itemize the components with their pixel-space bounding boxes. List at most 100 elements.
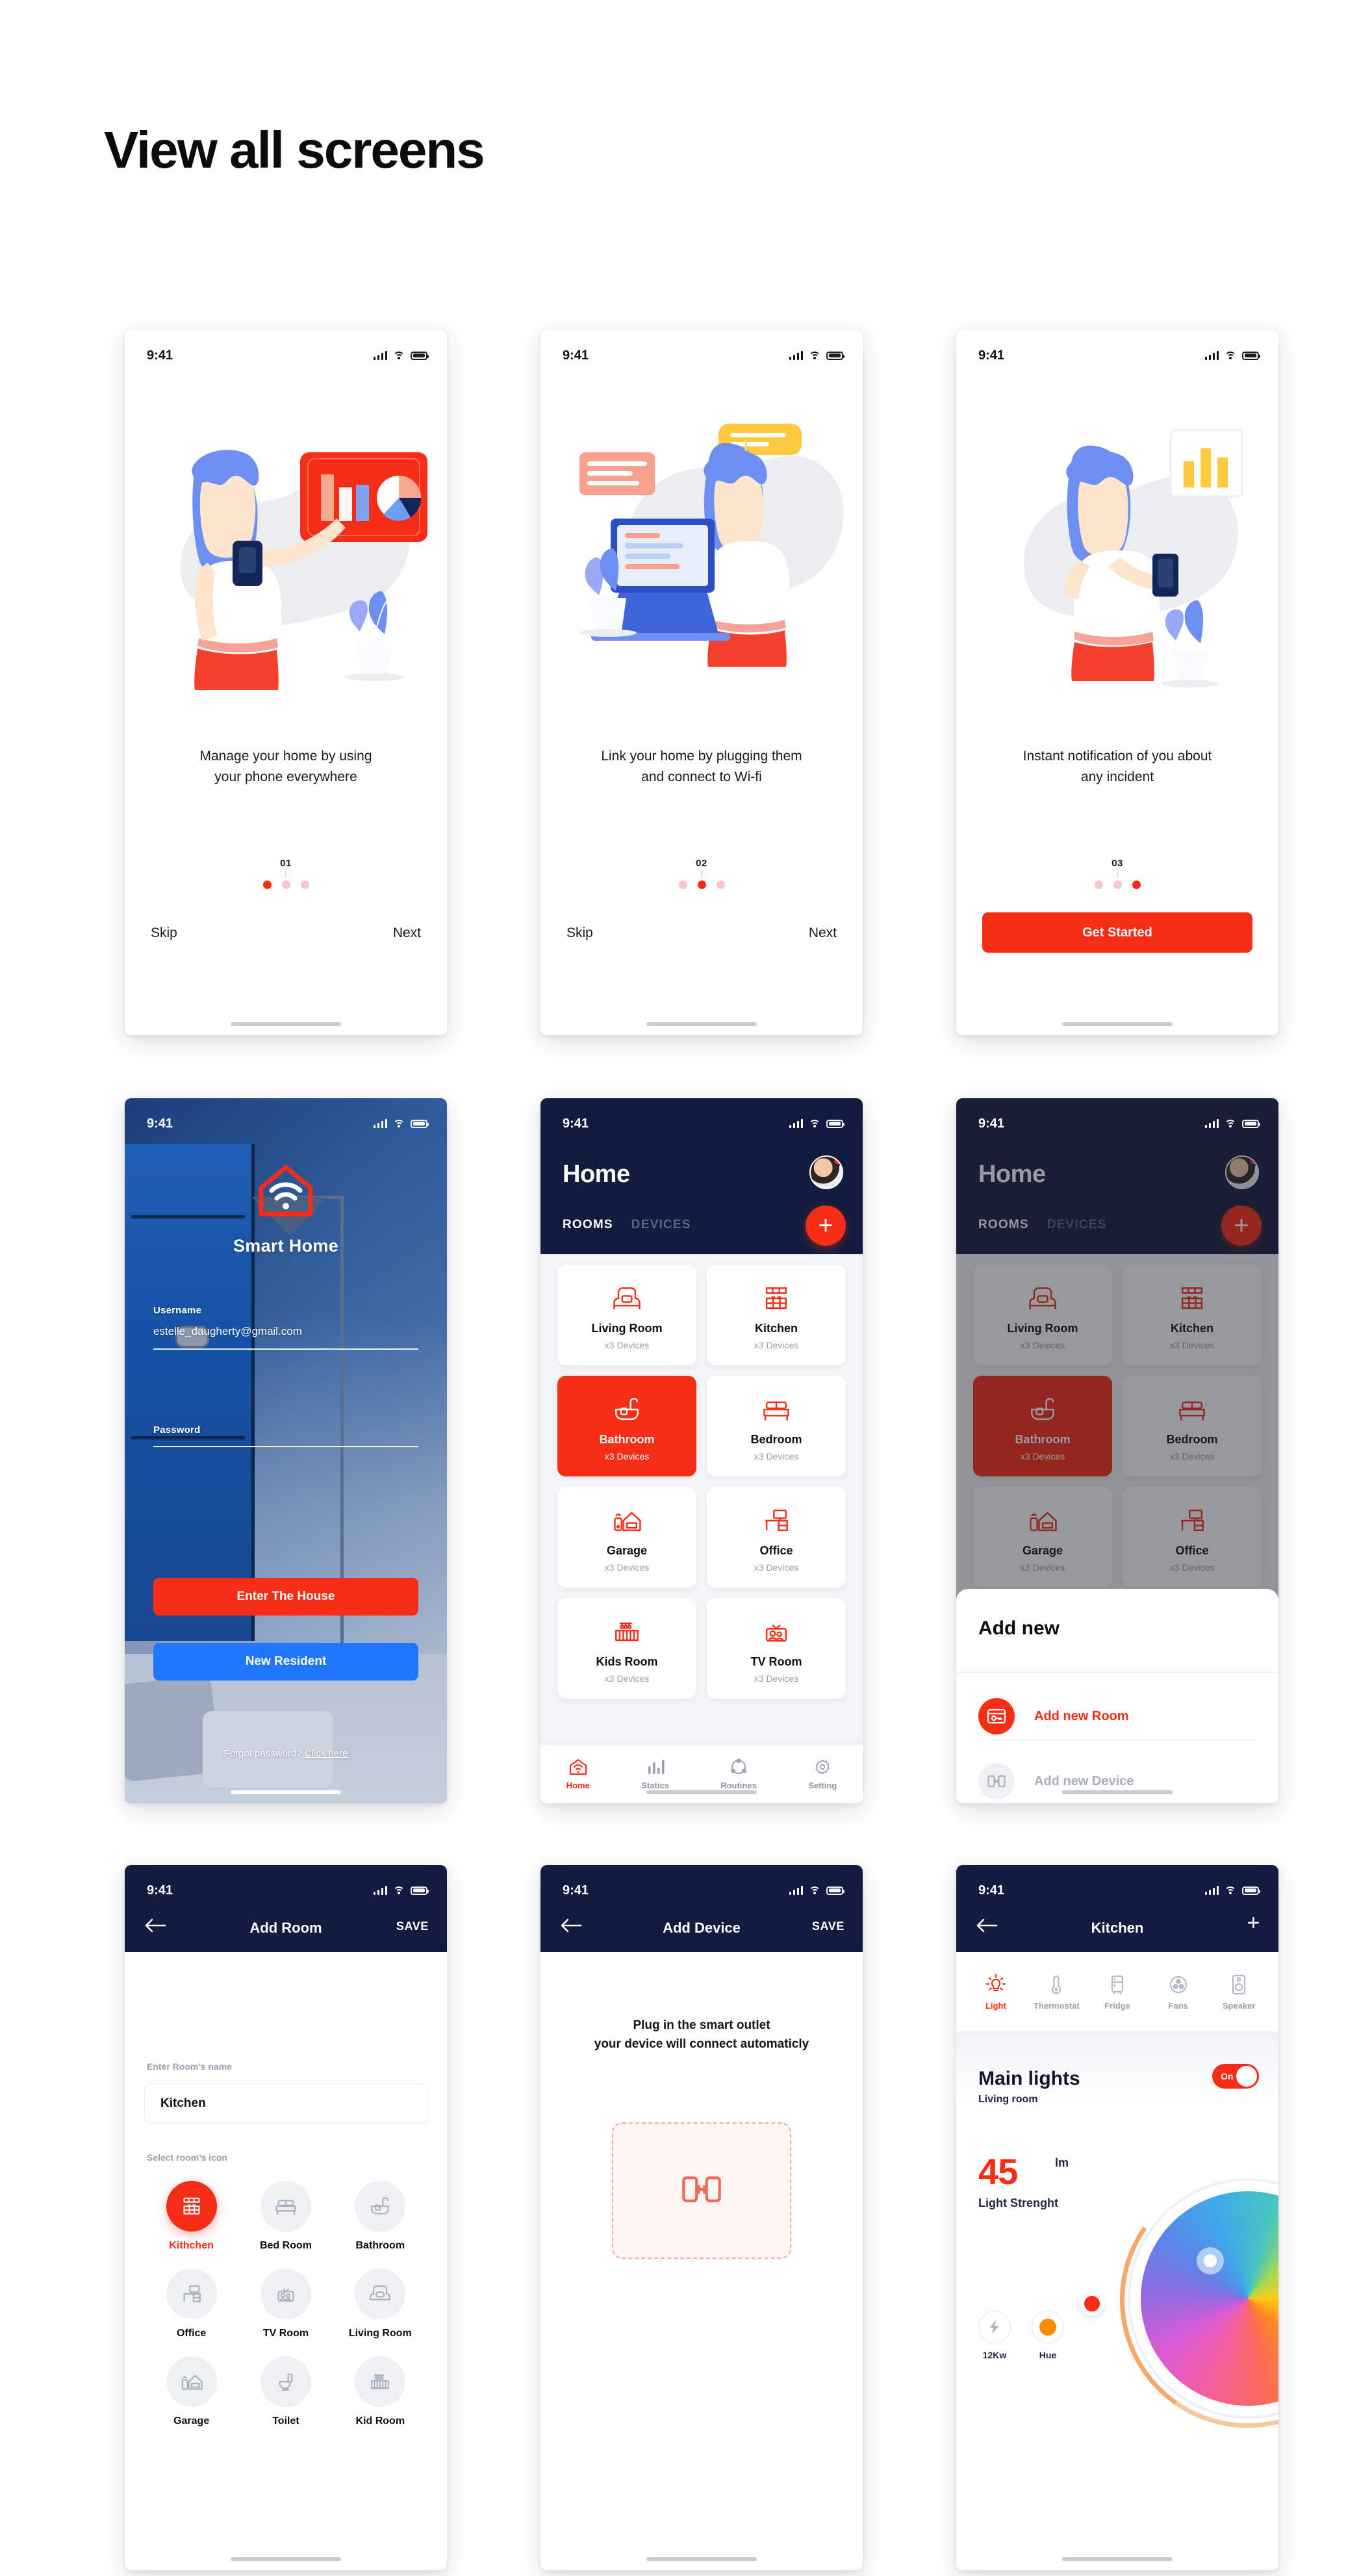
light-strength-value: 45 [978, 2151, 1018, 2192]
room-name: Garage [606, 1543, 648, 1557]
battery-icon [1242, 351, 1260, 360]
room-icon-option-bathroom[interactable]: Bathroom [333, 2181, 427, 2252]
tab-setting[interactable]: Setting [808, 1758, 837, 1790]
rooms-grid: Living Room x3 Devices Kitchen x3 Device… [557, 1265, 846, 1699]
device-tab-thermostat[interactable]: Thermostat [1026, 1974, 1086, 2011]
enter-the-house-button[interactable]: Enter The House [153, 1578, 418, 1616]
power-toggle[interactable]: On [1212, 2064, 1259, 2089]
stat-power[interactable]: 12Kw [978, 2311, 1011, 2360]
room-icon-label: Office [176, 2328, 207, 2339]
room-card-kitchen[interactable]: Kitchen x3 Devices [707, 1265, 846, 1365]
sofa-icon [355, 2269, 406, 2319]
next-button[interactable]: Next [393, 925, 421, 941]
forgot-password-link[interactable]: Click here [305, 1748, 348, 1759]
wifi-icon [393, 1886, 405, 1895]
add-button[interactable]: + [806, 1205, 846, 1246]
tab-home[interactable]: Home [566, 1758, 590, 1790]
add-new-room-option[interactable]: Add new Room [978, 1698, 1256, 1734]
device-tab-fans[interactable]: Fans [1149, 1974, 1208, 2011]
room-icon-label: Toilet [272, 2415, 299, 2427]
room-card-tv-room[interactable]: TV Room x3 Devices [707, 1598, 846, 1699]
save-button[interactable]: SAVE [812, 1920, 845, 1933]
password-field[interactable]: Password [153, 1424, 418, 1447]
room-card-office[interactable]: Office x3 Devices [707, 1487, 846, 1588]
tab-devices[interactable]: DEVICES [631, 1218, 691, 1232]
status-time: 9:41 [147, 1116, 173, 1131]
room-icon-option-toilet[interactable]: Toilet [238, 2356, 333, 2427]
get-started-button[interactable]: Get Started [982, 912, 1252, 953]
skip-button[interactable]: Skip [151, 925, 177, 941]
onboarding-text-2: Link your home by plugging them and conn… [566, 746, 837, 788]
stat-label: Hue [1039, 2350, 1057, 2360]
dot-1[interactable] [1094, 881, 1103, 889]
next-button[interactable]: Next [809, 925, 837, 941]
room-card-bathroom[interactable]: Bathroom x3 Devices [557, 1376, 696, 1476]
dot-2[interactable] [1113, 881, 1122, 889]
battery-icon [826, 351, 845, 360]
device-tab-fridge[interactable]: Fridge [1087, 1974, 1147, 2011]
tv-icon [260, 2269, 311, 2319]
dot-3[interactable] [1132, 881, 1141, 889]
username-field[interactable]: Username estelle_daugherty@gmail.com [153, 1305, 418, 1350]
home-indicator [1062, 1790, 1173, 1794]
dot-1[interactable] [678, 881, 687, 889]
bathtub-icon [610, 1391, 644, 1428]
battery-icon [826, 1119, 845, 1128]
dot-3[interactable] [716, 881, 725, 889]
room-icon-option-kitchen[interactable]: Kithchen [144, 2181, 238, 2252]
dot-3[interactable] [300, 881, 309, 889]
room-name-label: Enter Room’s name [147, 2061, 232, 2072]
onboarding-screen-1: 9:41 Manage your home by using your phon… [125, 330, 447, 1035]
device-placeholder-box[interactable] [612, 2122, 791, 2259]
device-tab-light[interactable]: Light [966, 1974, 1026, 2011]
illustration-dashboard-svg [181, 450, 427, 690]
status-bar: 9:41 [956, 1865, 1278, 1905]
color-wheel-selector[interactable] [1197, 2247, 1224, 2274]
add-device-instructions: Plug in the smart outlet your device wil… [563, 2016, 841, 2054]
tab-statics[interactable]: Statics [641, 1758, 669, 1790]
save-button[interactable]: SAVE [396, 1920, 429, 1933]
room-name-input[interactable]: Kitchen [144, 2083, 427, 2124]
status-bar: 9:41 [956, 1098, 1278, 1139]
device-tab-speaker[interactable]: Speaker [1209, 1974, 1269, 2011]
avatar[interactable] [809, 1155, 843, 1189]
stat-hue[interactable]: Hue [1032, 2311, 1064, 2360]
dot-1[interactable] [262, 881, 272, 889]
room-name: Kids Room [596, 1655, 658, 1668]
home-indicator [231, 1022, 341, 1026]
tab-rooms[interactable]: ROOMS [563, 1218, 613, 1232]
username-underline [153, 1348, 418, 1350]
page-title: Kitchen [1091, 1920, 1144, 1936]
new-resident-button[interactable]: New Resident [153, 1643, 418, 1681]
onboarding-line-2: any incident [1080, 769, 1154, 784]
skip-button[interactable]: Skip [566, 925, 593, 941]
bed-icon [260, 2181, 311, 2232]
signal-bars-icon [373, 1119, 387, 1128]
add-device-button[interactable]: + [1247, 1911, 1260, 1936]
onboarding-line-2: and connect to Wi-fi [641, 769, 762, 784]
password-label: Password [153, 1424, 201, 1436]
password-underline [153, 1446, 418, 1447]
wifi-icon [1225, 1886, 1236, 1895]
status-bar: 9:41 [125, 330, 447, 370]
room-icon-option-tv-room[interactable]: TV Room [238, 2269, 333, 2339]
room-card-living-room[interactable]: Living Room x3 Devices [557, 1265, 696, 1365]
brightness-slider-knob[interactable] [1080, 2291, 1104, 2316]
screens-board: View all screens 9:41 Manage your home b… [0, 0, 1372, 2576]
room-icon-option-garage[interactable]: Garage [144, 2356, 238, 2427]
room-icon-option-kid-room[interactable]: Kid Room [333, 2356, 427, 2427]
tab-routines[interactable]: Routines [720, 1758, 757, 1790]
room-card-garage[interactable]: Garage x3 Devices [557, 1487, 696, 1588]
room-icon-option-living-room[interactable]: Living Room [333, 2269, 427, 2339]
room-card-kids-room[interactable]: Kids Room x3 Devices [557, 1598, 696, 1699]
signal-bars-icon [789, 1119, 803, 1128]
room-devices: x3 Devices [604, 1673, 650, 1684]
room-name: Bathroom [599, 1432, 655, 1446]
room-card-bedroom[interactable]: Bedroom x3 Devices [707, 1376, 846, 1476]
dot-2[interactable] [281, 881, 290, 889]
room-icon-option-bed-room[interactable]: Bed Room [238, 2181, 333, 2252]
room-name: Living Room [591, 1321, 663, 1335]
room-icon-label: Kithchen [169, 2240, 214, 2251]
room-icon-option-office[interactable]: Office [144, 2269, 238, 2339]
dot-2[interactable] [697, 881, 706, 889]
